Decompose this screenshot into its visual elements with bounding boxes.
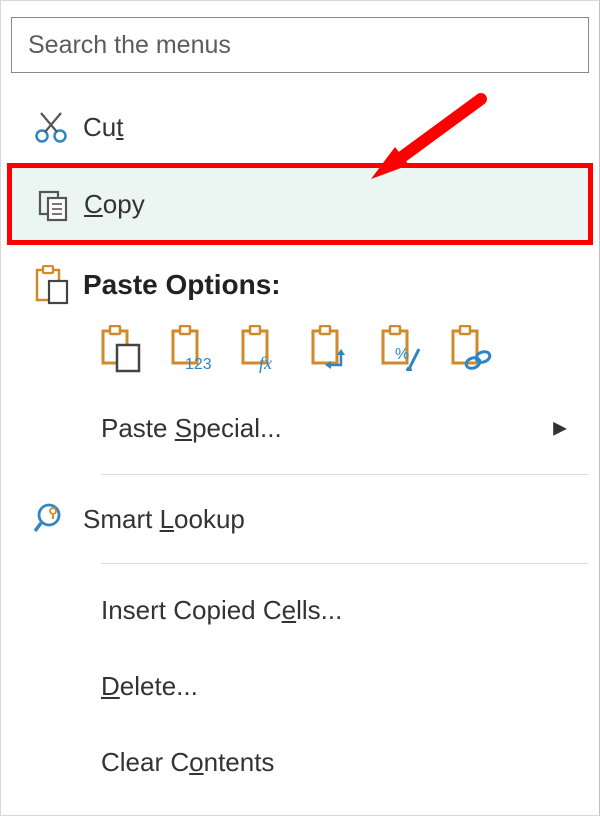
clipboard-icon <box>19 265 83 305</box>
copy-label: Copy <box>84 189 588 220</box>
paste-formulas-icon[interactable]: fx <box>239 325 283 378</box>
paste-special-label: Paste Special... <box>101 413 589 444</box>
clear-contents-menuitem[interactable]: Clear Contents <box>11 724 589 800</box>
search-menus-input[interactable]: Search the menus <box>11 17 589 73</box>
paste-link-icon[interactable] <box>449 325 493 378</box>
paste-options-label: Paste Options: <box>83 269 589 301</box>
context-menu: Search the menus Cut Copy <box>0 0 600 816</box>
paste-formatting-icon[interactable]: % <box>379 325 423 378</box>
cut-label: Cut <box>83 112 589 143</box>
delete-menuitem[interactable]: Delete... <box>11 648 589 724</box>
paste-transpose-icon[interactable] <box>309 325 353 378</box>
svg-text:fx: fx <box>259 353 272 373</box>
svg-text:%: % <box>395 346 409 363</box>
smart-lookup-icon <box>19 501 83 537</box>
delete-label: Delete... <box>101 671 589 702</box>
paste-options-header: Paste Options: <box>11 245 589 313</box>
scissors-icon <box>19 109 83 145</box>
clear-contents-label: Clear Contents <box>101 747 589 778</box>
paste-special-menuitem[interactable]: Paste Special... ▶ <box>11 390 589 466</box>
separator <box>101 474 589 475</box>
paste-default-icon[interactable] <box>99 325 143 378</box>
copy-menuitem[interactable]: Copy <box>7 163 593 245</box>
submenu-chevron-icon: ▶ <box>553 418 567 439</box>
insert-copied-cells-label: Insert Copied Cells... <box>101 595 589 626</box>
copy-icon <box>20 186 84 222</box>
paste-options-row: 123 fx % <box>11 313 589 390</box>
svg-text:123: 123 <box>185 356 212 373</box>
smart-lookup-menuitem[interactable]: Smart Lookup <box>11 483 589 555</box>
paste-values-icon[interactable]: 123 <box>169 325 213 378</box>
cut-menuitem[interactable]: Cut <box>11 91 589 163</box>
separator <box>101 563 589 564</box>
smart-lookup-label: Smart Lookup <box>83 504 589 535</box>
insert-copied-cells-menuitem[interactable]: Insert Copied Cells... <box>11 572 589 648</box>
